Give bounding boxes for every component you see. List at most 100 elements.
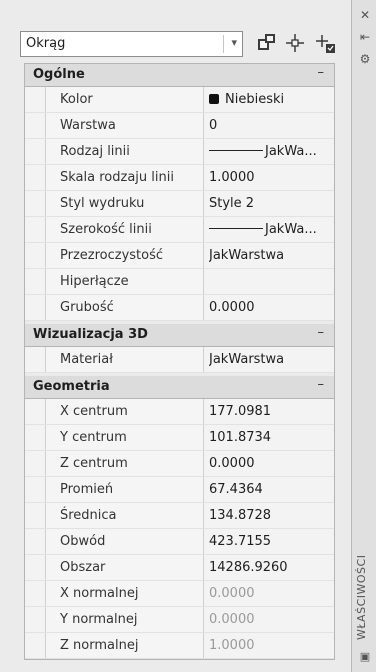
property-row[interactable]: Y centrum 101.8734	[25, 425, 334, 451]
property-value[interactable]: 14286.9260	[209, 555, 333, 580]
property-row[interactable]: Kolor Niebieski	[25, 87, 334, 113]
property-value[interactable]: 1.0000	[209, 165, 333, 190]
property-row[interactable]: Hiperłącze	[25, 269, 334, 295]
color-swatch	[209, 94, 219, 104]
property-row[interactable]: Materiał JakWarstwa	[25, 347, 334, 373]
property-value[interactable]: JakWarstwa	[209, 243, 333, 268]
property-value-text: 177.0981	[209, 404, 272, 419]
property-value[interactable]: JakWa...	[209, 139, 333, 164]
object-type-dropdown[interactable]: Okrąg ▾	[20, 31, 243, 57]
category-header[interactable]: Ogólne –	[25, 64, 334, 87]
property-row[interactable]: X centrum 177.0981	[25, 399, 334, 425]
property-value[interactable]: 0	[209, 113, 333, 138]
property-value[interactable]: Niebieski	[209, 87, 333, 112]
property-row[interactable]: Obszar 14286.9260	[25, 555, 334, 581]
property-row[interactable]: Rodzaj linii JakWa...	[25, 139, 334, 165]
property-name: Przezroczystość	[45, 243, 204, 268]
property-value[interactable]: 1.0000	[209, 633, 333, 658]
property-value-text: 0.0000	[209, 612, 255, 627]
property-value-text: 67.4364	[209, 482, 263, 497]
property-value[interactable]: 423.7155	[209, 529, 333, 554]
property-name: Obwód	[45, 529, 204, 554]
collapse-toggle[interactable]: –	[318, 325, 325, 340]
property-value[interactable]	[209, 269, 333, 294]
category-name: Geometria	[33, 379, 110, 394]
settings-icon[interactable]: ⚙	[358, 52, 372, 66]
property-value-text: 0.0000	[209, 300, 255, 315]
category-name: Ogólne	[33, 67, 85, 82]
property-row[interactable]: Z normalnej 1.0000	[25, 633, 334, 659]
property-value-text: JakWa...	[265, 144, 317, 159]
quick-select-button[interactable]	[313, 31, 337, 55]
property-row[interactable]: Promień 67.4364	[25, 477, 334, 503]
property-value-text: 134.8728	[209, 508, 272, 523]
property-name: Grubość	[45, 295, 204, 320]
crosshair-icon	[286, 34, 304, 52]
property-value-text: 1.0000	[209, 170, 255, 185]
panel-icon: ▣	[359, 650, 371, 663]
property-name: Warstwa	[45, 113, 204, 138]
dropdown-separator	[223, 35, 224, 53]
property-value[interactable]: 177.0981	[209, 399, 333, 424]
property-row[interactable]: Średnica 134.8728	[25, 503, 334, 529]
panel-side-bar: ✕ ⇤ ⚙ WŁAŚCIWOŚCI ▣	[352, 0, 376, 672]
property-name: Hiperłącze	[45, 269, 204, 294]
property-value-text: 0.0000	[209, 456, 255, 471]
property-value-text: Style 2	[209, 196, 255, 211]
property-row[interactable]: Grubość 0.0000	[25, 295, 334, 321]
property-value-text: JakWa...	[265, 222, 317, 237]
category-header[interactable]: Wizualizacja 3D –	[25, 324, 334, 347]
property-value-text: 1.0000	[209, 638, 255, 653]
property-value[interactable]: Style 2	[209, 191, 333, 216]
property-name: Szerokość linii	[45, 217, 204, 242]
property-value[interactable]: 0.0000	[209, 581, 333, 606]
property-value-text: 0.0000	[209, 586, 255, 601]
property-name: X normalnej	[45, 581, 204, 606]
close-icon[interactable]: ✕	[358, 8, 372, 22]
property-value-text: 14286.9260	[209, 560, 288, 575]
property-name: Kolor	[45, 87, 204, 112]
property-row[interactable]: Obwód 423.7155	[25, 529, 334, 555]
property-row[interactable]: Szerokość linii JakWa...	[25, 217, 334, 243]
property-row[interactable]: Przezroczystość JakWarstwa	[25, 243, 334, 269]
property-value[interactable]: 0.0000	[209, 295, 333, 320]
property-name: Średnica	[45, 503, 204, 528]
property-value[interactable]: 134.8728	[209, 503, 333, 528]
property-value-text: 423.7155	[209, 534, 272, 549]
property-row[interactable]: Warstwa 0	[25, 113, 334, 139]
property-name: Rodzaj linii	[45, 139, 204, 164]
property-value-text: Niebieski	[225, 92, 285, 107]
property-row[interactable]: Skala rodzaju linii 1.0000	[25, 165, 334, 191]
collapse-toggle[interactable]: –	[318, 377, 325, 392]
property-name: Z normalnej	[45, 633, 204, 658]
collapse-toggle[interactable]: –	[318, 65, 325, 80]
property-row[interactable]: Z centrum 0.0000	[25, 451, 334, 477]
property-value[interactable]: JakWa...	[209, 217, 333, 242]
property-row[interactable]: Y normalnej 0.0000	[25, 607, 334, 633]
properties-panel: Okrąg ▾ Ogólne – Kolor Niebieski Warstwa 0 Rod…	[0, 0, 352, 672]
property-value[interactable]: 101.8734	[209, 425, 333, 450]
property-name: Materiał	[45, 347, 204, 372]
property-value-text: 101.8734	[209, 430, 272, 445]
property-value[interactable]: 0.0000	[209, 607, 333, 632]
property-value-text: 0	[209, 118, 218, 133]
property-row[interactable]: Styl wydruku Style 2	[25, 191, 334, 217]
auto-hide-icon[interactable]: ⇤	[358, 30, 372, 44]
property-row[interactable]: X normalnej 0.0000	[25, 581, 334, 607]
toggle-pickadd-button[interactable]	[254, 31, 278, 55]
linetype-preview	[209, 228, 263, 229]
property-value[interactable]: 0.0000	[209, 451, 333, 476]
quick-select-icon	[316, 35, 335, 53]
property-name: X centrum	[45, 399, 204, 424]
pickadd-icon	[258, 34, 275, 50]
property-name: Y normalnej	[45, 607, 204, 632]
linetype-preview	[209, 150, 263, 151]
property-name: Skala rodzaju linii	[45, 165, 204, 190]
panel-title: WŁAŚCIWOŚCI	[355, 554, 368, 640]
properties-grid: Ogólne – Kolor Niebieski Warstwa 0 Rodzaj lini…	[24, 63, 335, 660]
property-value[interactable]: 67.4364	[209, 477, 333, 502]
property-value[interactable]: JakWarstwa	[209, 347, 333, 372]
category-header[interactable]: Geometria –	[25, 376, 334, 399]
select-objects-button[interactable]	[283, 31, 307, 55]
property-name: Z centrum	[45, 451, 204, 476]
